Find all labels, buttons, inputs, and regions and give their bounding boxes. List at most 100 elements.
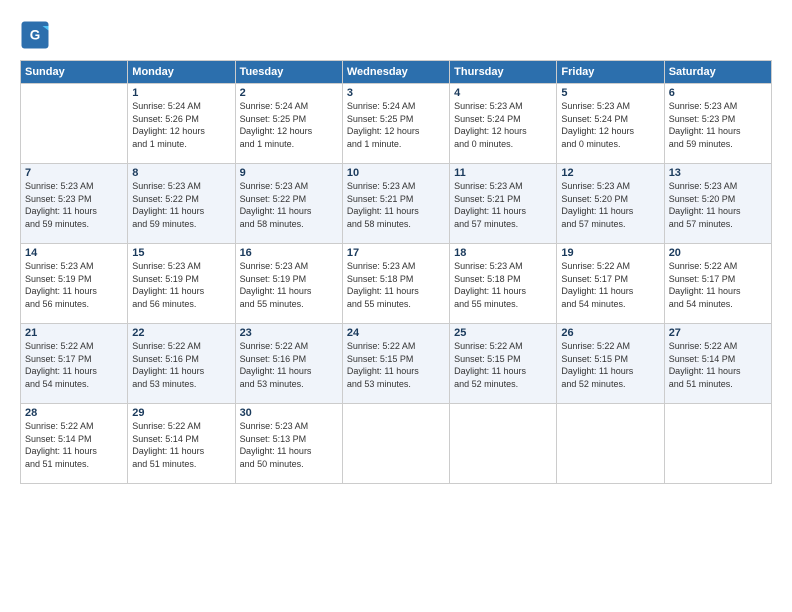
- day-number: 12: [561, 167, 659, 179]
- svg-text:G: G: [30, 28, 41, 43]
- calendar-cell: 18Sunrise: 5:23 AM Sunset: 5:18 PM Dayli…: [450, 244, 557, 324]
- day-number: 7: [25, 167, 123, 179]
- logo-icon: G: [20, 20, 50, 50]
- calendar-cell: 25Sunrise: 5:22 AM Sunset: 5:15 PM Dayli…: [450, 324, 557, 404]
- calendar-cell: 22Sunrise: 5:22 AM Sunset: 5:16 PM Dayli…: [128, 324, 235, 404]
- calendar-page: G SundayMondayTuesdayWednesdayThursdayFr…: [0, 0, 792, 612]
- day-number: 25: [454, 327, 552, 339]
- calendar-cell: 29Sunrise: 5:22 AM Sunset: 5:14 PM Dayli…: [128, 404, 235, 484]
- day-info: Sunrise: 5:22 AM Sunset: 5:14 PM Dayligh…: [25, 420, 123, 470]
- day-number: 8: [132, 167, 230, 179]
- day-info: Sunrise: 5:23 AM Sunset: 5:23 PM Dayligh…: [669, 100, 767, 150]
- day-info: Sunrise: 5:24 AM Sunset: 5:26 PM Dayligh…: [132, 100, 230, 150]
- calendar-cell: 28Sunrise: 5:22 AM Sunset: 5:14 PM Dayli…: [21, 404, 128, 484]
- calendar-cell: [557, 404, 664, 484]
- calendar-cell: 9Sunrise: 5:23 AM Sunset: 5:22 PM Daylig…: [235, 164, 342, 244]
- day-info: Sunrise: 5:23 AM Sunset: 5:20 PM Dayligh…: [669, 180, 767, 230]
- calendar-cell: 15Sunrise: 5:23 AM Sunset: 5:19 PM Dayli…: [128, 244, 235, 324]
- day-number: 13: [669, 167, 767, 179]
- day-number: 24: [347, 327, 445, 339]
- calendar-week-row: 14Sunrise: 5:23 AM Sunset: 5:19 PM Dayli…: [21, 244, 772, 324]
- day-number: 22: [132, 327, 230, 339]
- calendar-cell: 10Sunrise: 5:23 AM Sunset: 5:21 PM Dayli…: [342, 164, 449, 244]
- weekday-header: Sunday: [21, 61, 128, 84]
- day-info: Sunrise: 5:23 AM Sunset: 5:18 PM Dayligh…: [347, 260, 445, 310]
- calendar-week-row: 21Sunrise: 5:22 AM Sunset: 5:17 PM Dayli…: [21, 324, 772, 404]
- calendar-cell: 27Sunrise: 5:22 AM Sunset: 5:14 PM Dayli…: [664, 324, 771, 404]
- day-info: Sunrise: 5:23 AM Sunset: 5:22 PM Dayligh…: [132, 180, 230, 230]
- day-info: Sunrise: 5:23 AM Sunset: 5:19 PM Dayligh…: [240, 260, 338, 310]
- day-info: Sunrise: 5:22 AM Sunset: 5:16 PM Dayligh…: [132, 340, 230, 390]
- calendar-week-row: 1Sunrise: 5:24 AM Sunset: 5:26 PM Daylig…: [21, 84, 772, 164]
- weekday-header: Friday: [557, 61, 664, 84]
- calendar-cell: 24Sunrise: 5:22 AM Sunset: 5:15 PM Dayli…: [342, 324, 449, 404]
- calendar-table: SundayMondayTuesdayWednesdayThursdayFrid…: [20, 60, 772, 484]
- day-info: Sunrise: 5:23 AM Sunset: 5:19 PM Dayligh…: [25, 260, 123, 310]
- day-info: Sunrise: 5:22 AM Sunset: 5:17 PM Dayligh…: [25, 340, 123, 390]
- day-number: 20: [669, 247, 767, 259]
- day-info: Sunrise: 5:23 AM Sunset: 5:13 PM Dayligh…: [240, 420, 338, 470]
- day-info: Sunrise: 5:23 AM Sunset: 5:24 PM Dayligh…: [561, 100, 659, 150]
- day-number: 15: [132, 247, 230, 259]
- calendar-cell: 1Sunrise: 5:24 AM Sunset: 5:26 PM Daylig…: [128, 84, 235, 164]
- calendar-cell: 6Sunrise: 5:23 AM Sunset: 5:23 PM Daylig…: [664, 84, 771, 164]
- calendar-cell: 17Sunrise: 5:23 AM Sunset: 5:18 PM Dayli…: [342, 244, 449, 324]
- calendar-cell: 3Sunrise: 5:24 AM Sunset: 5:25 PM Daylig…: [342, 84, 449, 164]
- day-info: Sunrise: 5:23 AM Sunset: 5:24 PM Dayligh…: [454, 100, 552, 150]
- day-info: Sunrise: 5:23 AM Sunset: 5:18 PM Dayligh…: [454, 260, 552, 310]
- calendar-cell: 4Sunrise: 5:23 AM Sunset: 5:24 PM Daylig…: [450, 84, 557, 164]
- day-number: 28: [25, 407, 123, 419]
- day-number: 11: [454, 167, 552, 179]
- weekday-header: Tuesday: [235, 61, 342, 84]
- day-info: Sunrise: 5:23 AM Sunset: 5:23 PM Dayligh…: [25, 180, 123, 230]
- day-number: 17: [347, 247, 445, 259]
- logo: G: [20, 20, 54, 50]
- day-number: 10: [347, 167, 445, 179]
- day-info: Sunrise: 5:23 AM Sunset: 5:21 PM Dayligh…: [347, 180, 445, 230]
- day-info: Sunrise: 5:23 AM Sunset: 5:21 PM Dayligh…: [454, 180, 552, 230]
- day-number: 18: [454, 247, 552, 259]
- weekday-header: Monday: [128, 61, 235, 84]
- day-number: 21: [25, 327, 123, 339]
- calendar-cell: [342, 404, 449, 484]
- day-number: 26: [561, 327, 659, 339]
- calendar-cell: 23Sunrise: 5:22 AM Sunset: 5:16 PM Dayli…: [235, 324, 342, 404]
- day-number: 3: [347, 87, 445, 99]
- calendar-cell: 16Sunrise: 5:23 AM Sunset: 5:19 PM Dayli…: [235, 244, 342, 324]
- calendar-week-row: 28Sunrise: 5:22 AM Sunset: 5:14 PM Dayli…: [21, 404, 772, 484]
- day-info: Sunrise: 5:23 AM Sunset: 5:22 PM Dayligh…: [240, 180, 338, 230]
- calendar-cell: 13Sunrise: 5:23 AM Sunset: 5:20 PM Dayli…: [664, 164, 771, 244]
- day-info: Sunrise: 5:24 AM Sunset: 5:25 PM Dayligh…: [347, 100, 445, 150]
- day-info: Sunrise: 5:22 AM Sunset: 5:15 PM Dayligh…: [561, 340, 659, 390]
- header-row: SundayMondayTuesdayWednesdayThursdayFrid…: [21, 61, 772, 84]
- day-info: Sunrise: 5:22 AM Sunset: 5:17 PM Dayligh…: [669, 260, 767, 310]
- day-info: Sunrise: 5:24 AM Sunset: 5:25 PM Dayligh…: [240, 100, 338, 150]
- calendar-cell: 2Sunrise: 5:24 AM Sunset: 5:25 PM Daylig…: [235, 84, 342, 164]
- calendar-cell: 19Sunrise: 5:22 AM Sunset: 5:17 PM Dayli…: [557, 244, 664, 324]
- day-number: 29: [132, 407, 230, 419]
- weekday-header: Wednesday: [342, 61, 449, 84]
- calendar-cell: [664, 404, 771, 484]
- calendar-cell: 21Sunrise: 5:22 AM Sunset: 5:17 PM Dayli…: [21, 324, 128, 404]
- day-number: 27: [669, 327, 767, 339]
- day-number: 30: [240, 407, 338, 419]
- calendar-week-row: 7Sunrise: 5:23 AM Sunset: 5:23 PM Daylig…: [21, 164, 772, 244]
- calendar-cell: 5Sunrise: 5:23 AM Sunset: 5:24 PM Daylig…: [557, 84, 664, 164]
- day-info: Sunrise: 5:22 AM Sunset: 5:15 PM Dayligh…: [347, 340, 445, 390]
- day-info: Sunrise: 5:22 AM Sunset: 5:15 PM Dayligh…: [454, 340, 552, 390]
- calendar-cell: 8Sunrise: 5:23 AM Sunset: 5:22 PM Daylig…: [128, 164, 235, 244]
- day-number: 6: [669, 87, 767, 99]
- day-info: Sunrise: 5:22 AM Sunset: 5:14 PM Dayligh…: [132, 420, 230, 470]
- calendar-cell: 20Sunrise: 5:22 AM Sunset: 5:17 PM Dayli…: [664, 244, 771, 324]
- day-info: Sunrise: 5:22 AM Sunset: 5:17 PM Dayligh…: [561, 260, 659, 310]
- day-info: Sunrise: 5:23 AM Sunset: 5:19 PM Dayligh…: [132, 260, 230, 310]
- day-number: 23: [240, 327, 338, 339]
- day-number: 1: [132, 87, 230, 99]
- calendar-cell: 7Sunrise: 5:23 AM Sunset: 5:23 PM Daylig…: [21, 164, 128, 244]
- day-number: 9: [240, 167, 338, 179]
- day-number: 5: [561, 87, 659, 99]
- weekday-header: Saturday: [664, 61, 771, 84]
- calendar-cell: [21, 84, 128, 164]
- day-number: 2: [240, 87, 338, 99]
- calendar-cell: 30Sunrise: 5:23 AM Sunset: 5:13 PM Dayli…: [235, 404, 342, 484]
